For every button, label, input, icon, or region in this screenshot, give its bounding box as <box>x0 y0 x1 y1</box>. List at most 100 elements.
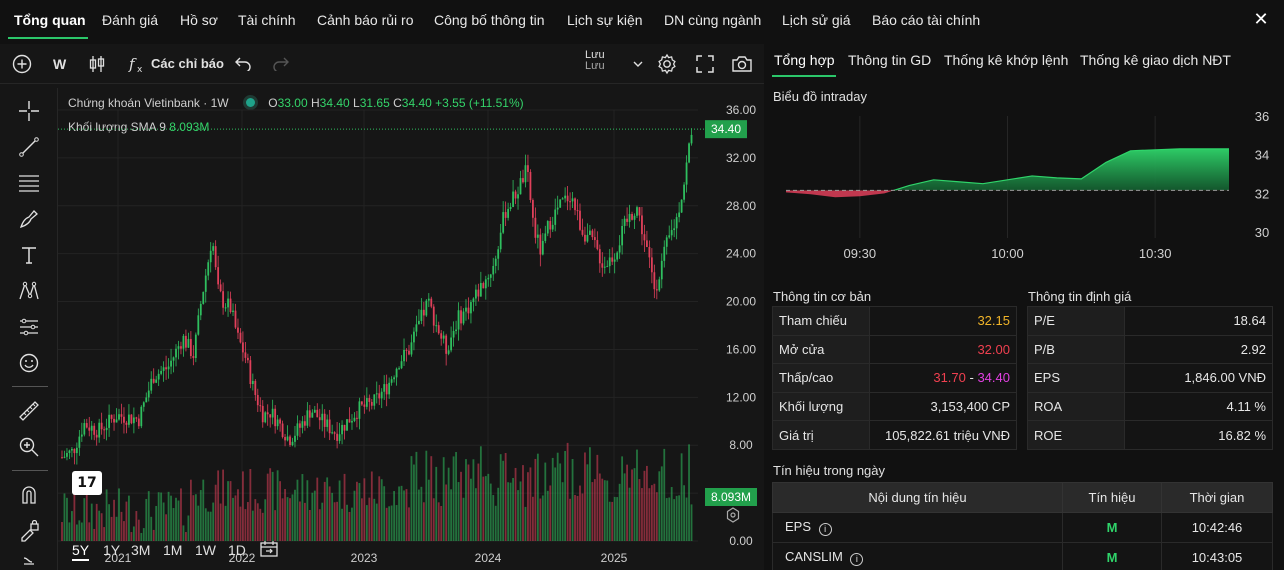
tab-lich-su-gia[interactable]: Lịch sử giá <box>782 12 851 28</box>
ruler-icon[interactable] <box>18 400 40 422</box>
gear-icon[interactable] <box>656 53 678 78</box>
candle-body <box>294 435 296 442</box>
tab-thong-ke-khop-lenh[interactable]: Thống kê khớp lệnh <box>944 52 1068 68</box>
redo-icon[interactable] <box>272 55 290 74</box>
price-chart[interactable]: 36.0032.0028.0024.0020.0016.0012.008.004… <box>58 88 764 570</box>
candle-body <box>403 349 405 362</box>
text-tool-icon[interactable] <box>18 244 40 266</box>
candle-body <box>299 423 301 428</box>
candle-body <box>658 279 661 291</box>
info-icon[interactable]: i <box>818 523 832 536</box>
candle-body <box>125 422 128 425</box>
volume-bar <box>648 488 651 541</box>
candle-body <box>477 289 480 297</box>
volume-bar <box>281 498 284 541</box>
date-range-icon[interactable] <box>259 539 279 562</box>
volume-bar <box>690 504 693 541</box>
candle-body <box>462 311 465 324</box>
candle-body <box>539 234 542 255</box>
add-symbol-icon[interactable] <box>12 54 32 77</box>
tab-ho-so[interactable]: Hồ sơ <box>180 12 218 28</box>
candle-body <box>527 165 529 172</box>
volume-bar <box>147 491 150 541</box>
candle-type-icon[interactable] <box>88 54 106 77</box>
tab-danh-gia[interactable]: Đánh giá <box>102 12 158 28</box>
active-subtab-indicator <box>772 75 836 77</box>
interval-button[interactable]: W <box>53 56 66 72</box>
tab-dn-cung-nganh[interactable]: DN cùng ngành <box>664 12 761 28</box>
volume-bar <box>680 453 683 541</box>
y-tick-label: 8.00 <box>729 438 753 452</box>
candle-body <box>356 417 358 419</box>
candle-body <box>98 422 101 438</box>
volume-bar <box>437 502 440 541</box>
brush-icon[interactable] <box>18 208 40 230</box>
table-row: ROE 16.82 % <box>1027 420 1273 450</box>
range-1y[interactable]: 1Y <box>103 542 120 558</box>
intraday-chart[interactable]: 36 34 32 30 09:30 10:00 10:30 <box>764 104 1284 264</box>
candle-body <box>259 405 262 407</box>
tab-canh-bao-rui-ro[interactable]: Cảnh báo rủi ro <box>317 12 414 28</box>
range-1w[interactable]: 1W <box>195 542 216 558</box>
hide-drawings-icon[interactable] <box>18 556 40 570</box>
chevron-down-icon[interactable] <box>632 56 644 72</box>
trend-line-icon[interactable] <box>18 136 40 158</box>
close-button[interactable]: ✕ <box>1250 8 1272 30</box>
volume-bar <box>447 467 450 541</box>
volume-bar <box>584 452 586 541</box>
volume-bar <box>66 497 68 541</box>
signal-value: M <box>1062 512 1162 543</box>
candle-body <box>296 423 299 436</box>
indicators-icon[interactable]: fx <box>128 54 146 77</box>
y-tick-label: 36.00 <box>726 103 756 117</box>
candle-body <box>417 320 420 325</box>
volume-bar <box>232 497 234 541</box>
range-3m[interactable]: 3M <box>131 542 150 558</box>
candle-body <box>370 401 373 406</box>
valuation-table: P/E 18.64 P/B 2.92 EPS 1,846.00 VNĐ ROA 4.11… <box>1027 306 1273 450</box>
volume-bar <box>522 465 524 541</box>
candle-body <box>251 380 254 384</box>
fullscreen-icon[interactable] <box>696 55 714 76</box>
tab-thong-tin-gd[interactable]: Thông tin GD <box>848 52 931 68</box>
camera-icon[interactable] <box>731 55 753 76</box>
volume-bar <box>71 511 73 541</box>
tab-thong-ke-giao-dich-ndt[interactable]: Thống kê giao dịch NĐT <box>1080 52 1231 68</box>
projection-icon[interactable] <box>18 316 40 338</box>
tab-tong-quan[interactable]: Tổng quan <box>14 12 86 28</box>
candle-body <box>455 329 457 332</box>
tab-bao-cao-tai-chinh[interactable]: Báo cáo tài chính <box>872 12 980 28</box>
crosshair-icon[interactable] <box>18 100 40 122</box>
fib-retracement-icon[interactable] <box>18 172 40 194</box>
candle-body <box>343 424 346 431</box>
volume-bar <box>593 479 596 541</box>
candle-body <box>197 315 200 335</box>
volume-bar <box>341 508 343 541</box>
pattern-icon[interactable] <box>18 280 40 302</box>
lock-drawing-icon[interactable] <box>18 519 40 542</box>
table-row: ROA 4.11 % <box>1027 391 1273 422</box>
candle-body <box>675 217 678 229</box>
volume-bar <box>128 495 130 541</box>
range-5y[interactable]: 5Y <box>72 542 90 561</box>
tab-cong-bo-thong-tin[interactable]: Công bố thông tin <box>434 12 545 28</box>
volume-bar <box>358 483 361 541</box>
scale-settings-icon[interactable] <box>725 507 741 526</box>
indicators-button[interactable]: Các chỉ báo <box>151 56 224 71</box>
tab-tai-chinh[interactable]: Tài chính <box>238 12 296 28</box>
range-1d[interactable]: 1D <box>228 542 246 558</box>
undo-icon[interactable] <box>234 55 252 74</box>
candle-body <box>266 412 269 415</box>
save-layout-button[interactable]: Lưu Lưu <box>585 50 605 72</box>
tab-lich-su-kien[interactable]: Lịch sự kiện <box>567 12 643 28</box>
range-1m[interactable]: 1M <box>163 542 182 558</box>
candle-body <box>363 404 366 407</box>
zoom-in-icon[interactable] <box>18 436 40 458</box>
volume-bar <box>479 446 482 541</box>
tab-tong-hop[interactable]: Tổng hợp <box>774 52 835 68</box>
info-icon[interactable]: i <box>850 553 864 566</box>
emoji-icon[interactable] <box>18 352 40 374</box>
magnet-icon[interactable] <box>18 484 40 506</box>
candle-body <box>182 335 185 349</box>
candle-body <box>452 331 455 338</box>
